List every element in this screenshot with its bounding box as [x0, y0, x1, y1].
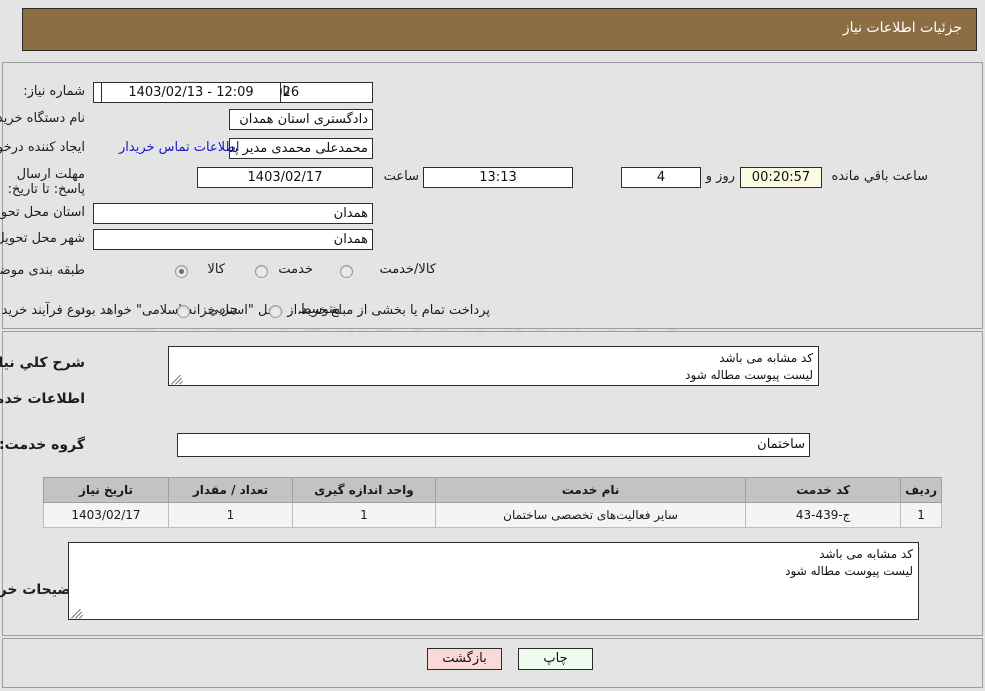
remaining-days-field[interactable]: 4: [621, 167, 701, 188]
need-description-label: شرح کلي نیاز:: [0, 355, 85, 371]
services-section-heading: اطلاعات خدمات مورد نیاز: [0, 391, 85, 407]
cell-service-name: سایر فعالیت‌های تخصصی ساختمان: [434, 502, 747, 528]
deadline-label: مهلت ارسال پاسخ: تا تاریخ:: [7, 167, 85, 197]
countdown-field[interactable]: 00:20:57: [740, 167, 822, 188]
deadline-date-field[interactable]: 1403/02/17: [197, 167, 373, 188]
cell-need-date: 1403/02/17: [43, 502, 169, 528]
buyer-org-field[interactable]: دادگستری استان همدان: [229, 109, 373, 130]
cell-unit: 1: [292, 502, 436, 528]
process-type-label: نوع فرآیند خرید :: [0, 303, 85, 318]
delivery-city-label: شهر محل تحویل:: [0, 231, 85, 246]
deadline-hour-label: ساعت: [383, 169, 419, 184]
radio-category-service-label: خدمت: [278, 262, 313, 277]
radio-category-goods-service[interactable]: [340, 265, 353, 278]
buyer-org-label: نام دستگاه خریدار:: [0, 111, 85, 126]
payment-note: پرداخت تمام یا بخشی از مبلغ خرید،از محل …: [75, 303, 490, 318]
radio-category-service[interactable]: [255, 265, 268, 278]
radio-category-goods-label: کالا: [207, 262, 225, 277]
resize-grip-icon[interactable]: [71, 606, 84, 619]
page-title: جزئیات اطلاعات نیاز: [842, 20, 962, 36]
services-table-header-row: ردیف کد خدمت نام خدمت واحد اندازه گیری ت…: [43, 477, 942, 503]
services-table: ردیف کد خدمت نام خدمت واحد اندازه گیری ت…: [43, 477, 942, 528]
delivery-province-field[interactable]: همدان: [93, 203, 373, 224]
buyer-comments-line-2: لیست پیوست مطاله شود: [785, 564, 913, 578]
table-row[interactable]: 1 ج-439-43 سایر فعالیت‌های تخصصی ساختمان…: [43, 502, 942, 528]
buyer-comments-textarea[interactable]: کد مشابه می باشد لیست پیوست مطاله شود: [68, 542, 919, 620]
radio-process-medium-label: متوسط: [299, 302, 340, 317]
radio-category-goods-service-label: کالا/خدمت: [379, 262, 436, 277]
need-description-line-1: کد مشابه می باشد: [719, 351, 813, 365]
need-description-line-2: لیست پیوست مطاله شود: [685, 368, 813, 382]
creator-label: ایجاد کننده درخواست:: [0, 140, 85, 155]
col-unit: واحد اندازه گیری: [292, 477, 436, 503]
service-group-field[interactable]: ساختمان: [177, 433, 810, 457]
cell-service-code: ج-439-43: [745, 502, 902, 528]
page-root: AriaTender.neT جزئیات اطلاعات نیاز شماره…: [0, 0, 985, 691]
radio-process-minor-label: جزیي: [208, 302, 238, 317]
deadline-hour-field[interactable]: 13:13: [423, 167, 573, 188]
cell-row-no: 1: [900, 502, 942, 528]
cell-quantity: 1: [168, 502, 293, 528]
announce-datetime-field[interactable]: 1403/02/13 - 12:09: [101, 82, 281, 103]
col-service-name: نام خدمت: [434, 477, 747, 503]
radio-process-medium[interactable]: [269, 305, 282, 318]
radio-category-goods[interactable]: [175, 265, 188, 278]
countdown-label: ساعت باقي مانده: [831, 169, 928, 184]
col-quantity: تعداد / مقدار: [168, 477, 293, 503]
delivery-province-label: استان محل تحویل:: [0, 205, 85, 220]
creator-field[interactable]: محمدعلی محمدی مدیر پشتیبانی و خدمات دادگ…: [229, 138, 373, 159]
back-button[interactable]: بازگشت: [427, 648, 502, 670]
need-number-label: شماره نیاز:: [23, 84, 85, 99]
resize-grip-icon[interactable]: [171, 372, 184, 385]
buyer-contact-link[interactable]: اطلاعات تماس خریدار: [119, 140, 239, 155]
col-service-code: کد خدمت: [745, 477, 902, 503]
col-need-date: تاریخ نیاز: [43, 477, 169, 503]
remaining-days-label: روز و: [705, 169, 735, 184]
buyer-comments-line-1: کد مشابه می باشد: [819, 547, 913, 561]
service-group-label: گروه خدمت:: [0, 437, 85, 453]
radio-process-minor[interactable]: [177, 305, 190, 318]
category-label: طبقه بندی موضوعی:: [0, 263, 85, 278]
need-description-textarea[interactable]: کد مشابه می باشد لیست پیوست مطاله شود: [168, 346, 819, 386]
page-header: جزئیات اطلاعات نیاز: [22, 8, 977, 51]
col-row-no: ردیف: [900, 477, 942, 503]
print-button[interactable]: چاپ: [518, 648, 593, 670]
delivery-city-field[interactable]: همدان: [93, 229, 373, 250]
